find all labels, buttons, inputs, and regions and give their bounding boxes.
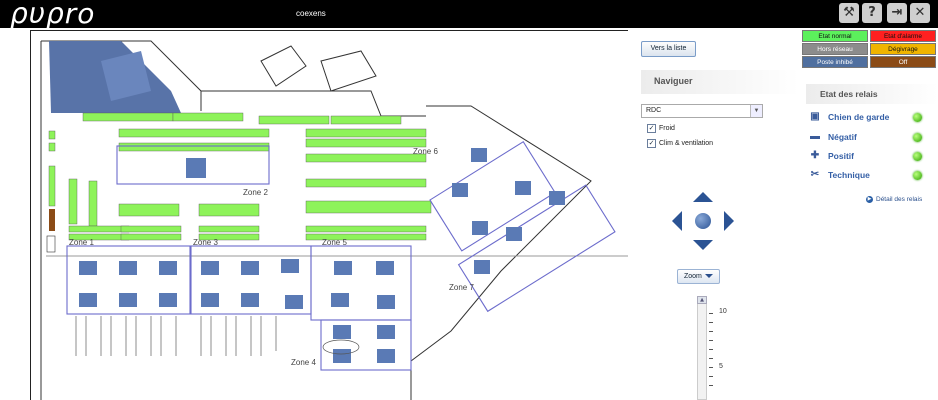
close-icon[interactable]: ✕ — [910, 3, 930, 23]
status-led-icon — [913, 132, 922, 142]
tools-icon: ✂ — [810, 169, 820, 180]
watchdog-icon: ▣ — [810, 111, 820, 122]
legend-offline: Hors réseau — [802, 43, 868, 55]
zoom-tick — [709, 385, 713, 386]
relay-detail-label: Détail des relais — [876, 196, 923, 203]
froid-checkbox[interactable]: ✓ Froid — [647, 124, 675, 133]
checkmark-icon[interactable]: ✓ — [647, 124, 656, 133]
checkbox-label: Froid — [659, 125, 675, 132]
zone-label: Zone 5 — [322, 238, 347, 247]
pan-up-arrow-icon[interactable] — [693, 192, 713, 202]
plus-icon: ✚ — [810, 150, 820, 161]
tools-icon[interactable]: ⚒ — [839, 3, 859, 23]
floor-plan[interactable]: Zone 1 Zone 2 Zone 3 Zone 4 Zone 5 Zone … — [30, 30, 628, 400]
door-exit-icon[interactable]: ⇥ — [887, 3, 907, 23]
legend-defrost: Dégivrage — [870, 43, 936, 55]
legend-inhibited: Poste inhibé — [802, 56, 868, 68]
zone-label: Zone 7 — [449, 283, 474, 292]
pan-right-arrow-icon[interactable] — [724, 211, 734, 231]
zoom-tick — [709, 313, 713, 314]
relay-label: Technique — [828, 170, 870, 180]
pan-down-arrow-icon[interactable] — [693, 240, 713, 250]
relay-detail-link[interactable]: ▶ Détail des relais — [866, 196, 922, 203]
zoom-label: Zoom — [684, 273, 702, 280]
legend-off: Off — [870, 56, 936, 68]
caret-down-icon — [705, 274, 713, 278]
zoom-tick — [709, 349, 713, 350]
checkbox-label: Clim & ventilation — [659, 140, 714, 147]
legend-alarm: Etat d'alarme — [870, 30, 936, 42]
zoom-slider[interactable] — [697, 296, 707, 400]
zoom-tick — [709, 376, 713, 377]
zoom-tick — [709, 358, 713, 359]
legend-label: Etat d'alarme — [883, 33, 923, 40]
list-view-button[interactable]: Vers la liste — [641, 41, 696, 57]
zoom-tick — [709, 367, 713, 368]
app-logo: ρυρro — [10, 0, 96, 30]
relay-label: Négatif — [828, 132, 857, 142]
zone-label: Zone 2 — [243, 188, 268, 197]
clim-checkbox[interactable]: ✓ Clim & ventilation — [647, 139, 713, 148]
relay-negative: ▬ Négatif — [808, 130, 926, 144]
zone-label: Zone 4 — [291, 358, 316, 367]
arrow-right-circle-icon: ▶ — [866, 196, 873, 203]
zone-label: Zone 3 — [193, 238, 218, 247]
relay-technical: ✂ Technique — [808, 168, 926, 182]
checkmark-icon[interactable]: ✓ — [647, 139, 656, 148]
zoom-scale-label: 10 — [719, 308, 727, 315]
zoom-in-arrow-icon[interactable]: ▲ — [697, 296, 707, 304]
help-icon[interactable]: ? — [862, 3, 882, 23]
zone-label: Zone 1 — [69, 238, 94, 247]
relay-positive: ✚ Positif — [808, 149, 926, 163]
legend-label: Hors réseau — [817, 46, 853, 53]
navigate-title: Naviguer — [654, 76, 693, 86]
zoom-tick — [709, 322, 713, 323]
zoom-tick — [709, 340, 713, 341]
pan-center-button[interactable] — [695, 213, 711, 229]
floor-select-value: RDC — [646, 107, 662, 114]
status-led-icon — [913, 112, 922, 122]
pan-left-arrow-icon[interactable] — [672, 211, 682, 231]
zoom-tick — [709, 331, 713, 332]
zone-label: Zone 6 — [413, 147, 438, 156]
zoom-button[interactable]: Zoom — [677, 269, 720, 284]
legend-label: Etat normal — [818, 33, 852, 40]
relay-label: Positif — [828, 151, 854, 161]
legend-normal: Etat normal — [802, 30, 868, 42]
floor-select[interactable]: RDC ▼ — [641, 104, 763, 118]
status-led-icon — [913, 151, 922, 161]
relay-watchdog: ▣ Chien de garde — [808, 110, 926, 124]
legend-label: Dégivrage — [888, 46, 918, 53]
top-bar: ρυρro coexens ⚒ ? ⇥ ✕ — [0, 0, 938, 28]
relay-label: Chien de garde — [828, 112, 890, 122]
legend-label: Off — [898, 59, 908, 66]
chevron-down-icon[interactable]: ▼ — [750, 105, 762, 117]
minus-icon: ▬ — [810, 131, 820, 142]
legend-label: Poste inhibé — [817, 59, 853, 66]
status-led-icon — [913, 170, 922, 180]
site-name: coexens — [296, 9, 326, 18]
relays-title: Etat des relais — [820, 89, 878, 99]
floor-plan-drawing — [40, 40, 628, 400]
zoom-scale-label: 5 — [719, 363, 723, 370]
